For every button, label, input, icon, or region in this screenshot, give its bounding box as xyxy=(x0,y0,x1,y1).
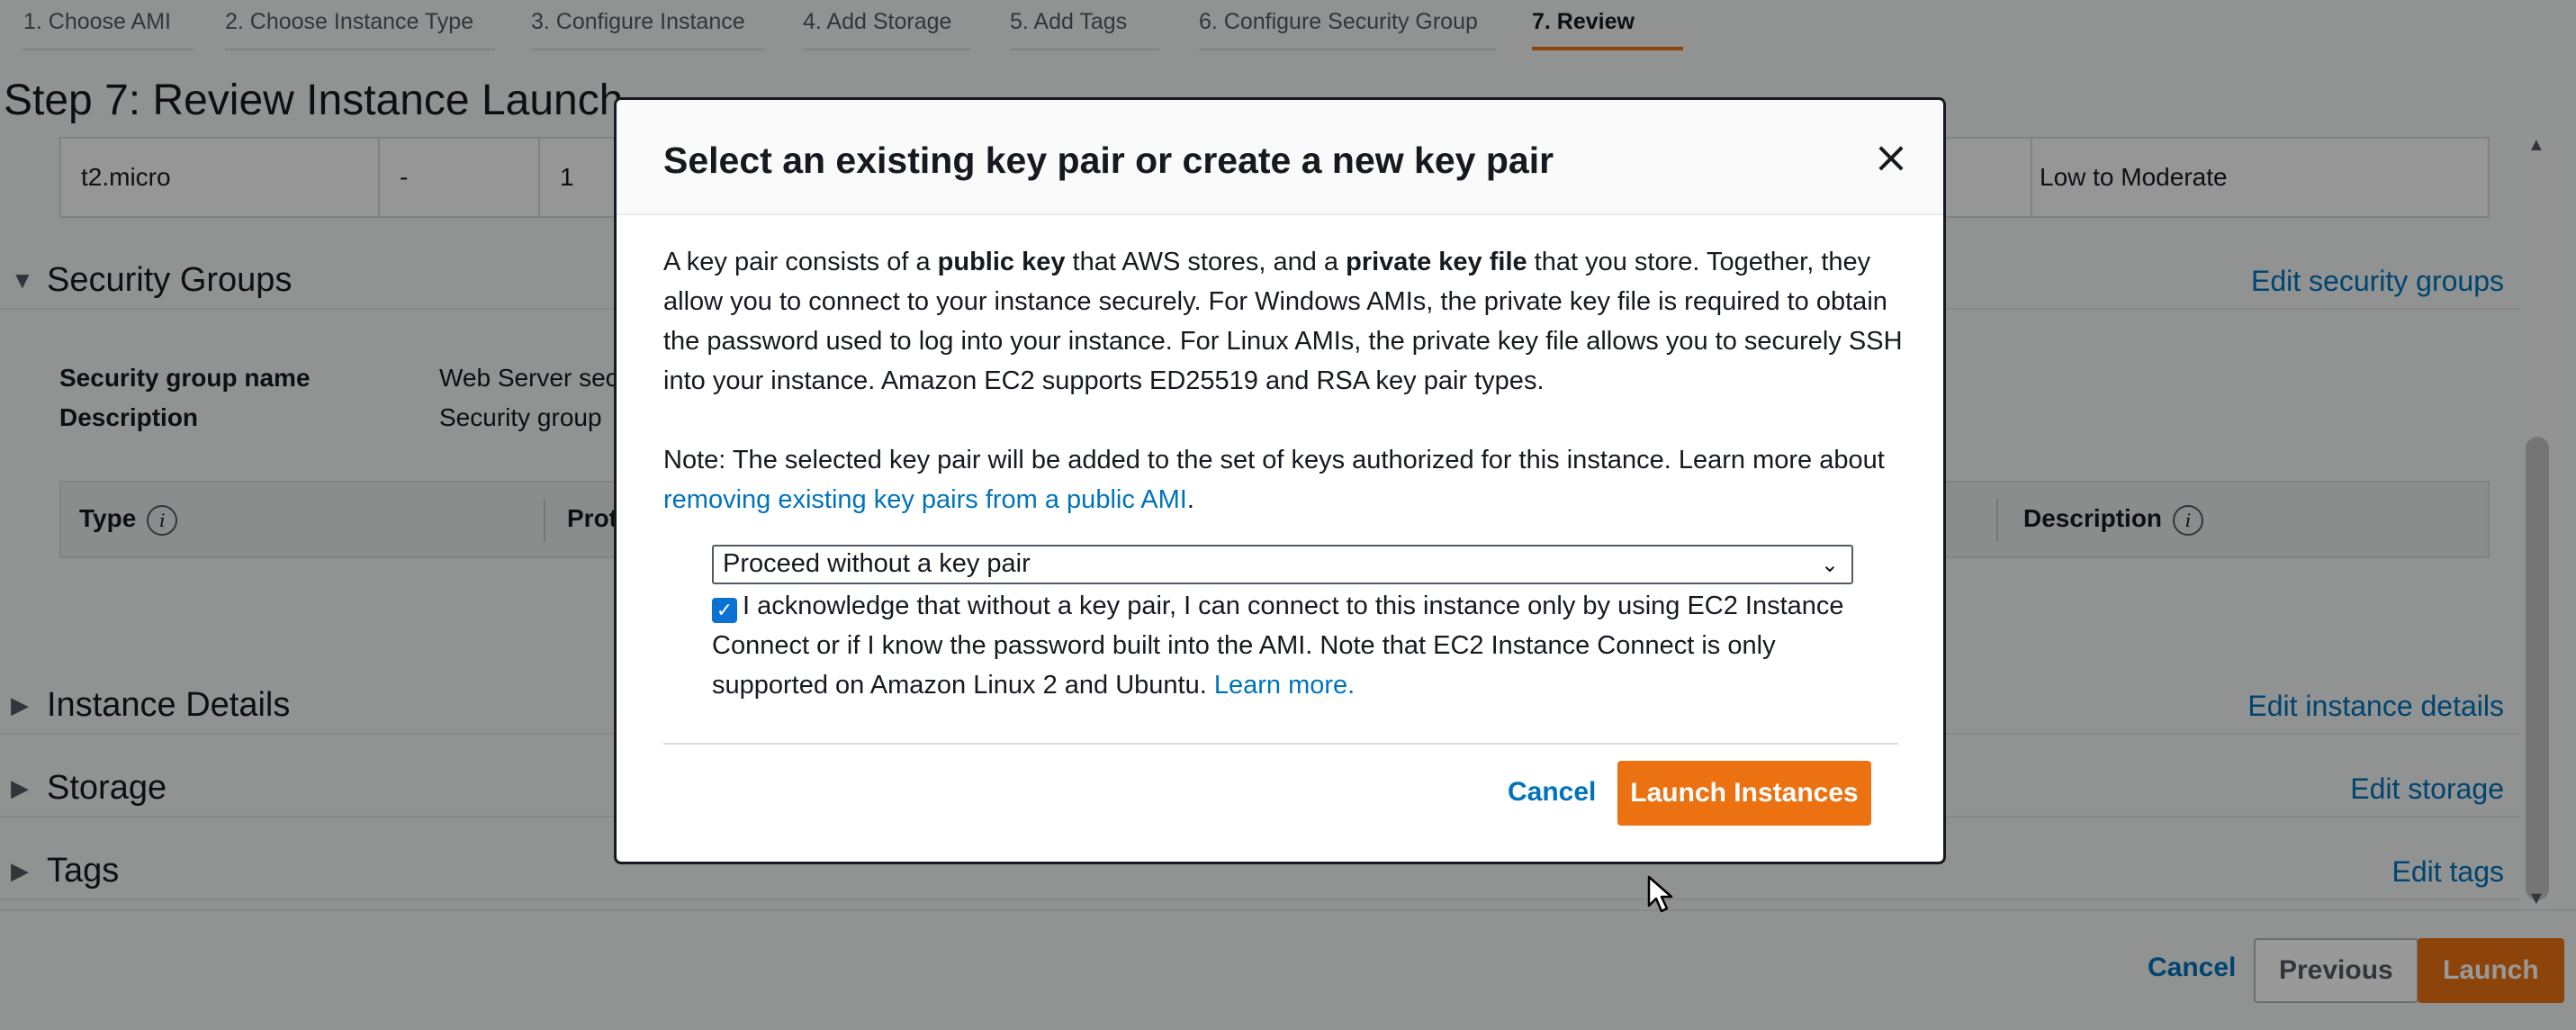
intro-bold-private-key-file: private key file xyxy=(1346,248,1527,276)
select-value: Proceed without a key pair xyxy=(723,549,1031,578)
launch-instances-button[interactable]: Launch Instances xyxy=(1617,761,1871,826)
key-pair-option-select[interactable]: Proceed without a key pair ⌄ xyxy=(712,545,1853,584)
intro-text: A key pair consists of a xyxy=(663,248,938,276)
acknowledge-checkbox-row: ✓ I acknowledge that without a key pair, … xyxy=(712,586,1873,705)
chevron-down-icon: ⌄ xyxy=(1820,553,1839,577)
key-pair-note: Note: The selected key pair will be adde… xyxy=(663,440,1914,520)
removing-key-pairs-link[interactable]: removing existing key pairs from a publi… xyxy=(663,485,1187,514)
note-text: . xyxy=(1186,485,1194,514)
ec2-launch-wizard-page: 1. Choose AMI 2. Choose Instance Type 3.… xyxy=(0,0,2576,1030)
close-icon[interactable]: × xyxy=(1869,136,1913,179)
key-pair-description: A key pair consists of a public key that… xyxy=(663,242,1914,401)
intro-bold-public-key: public key xyxy=(937,248,1066,276)
note-text: Note: The selected key pair will be adde… xyxy=(663,446,1885,474)
intro-text: that AWS stores, and a xyxy=(1065,248,1347,276)
key-pair-modal: Select an existing key pair or create a … xyxy=(614,97,1946,864)
modal-title: Select an existing key pair or create a … xyxy=(663,140,1554,181)
modal-divider xyxy=(663,743,1898,745)
acknowledge-checkbox[interactable]: ✓ xyxy=(712,598,737,623)
modal-header: Select an existing key pair or create a … xyxy=(617,100,1943,215)
modal-body: A key pair consists of a public key that… xyxy=(663,242,1914,520)
modal-cancel-button[interactable]: Cancel xyxy=(1508,777,1596,808)
mouse-cursor-icon xyxy=(1647,875,1673,913)
learn-more-link[interactable]: Learn more. xyxy=(1214,671,1355,700)
